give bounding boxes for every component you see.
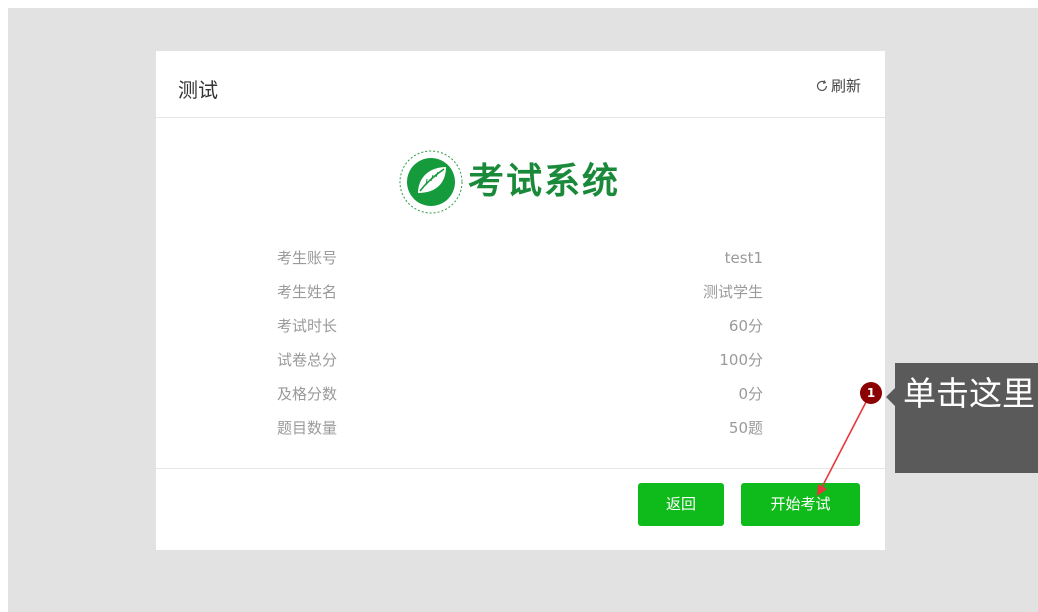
callout-arrow xyxy=(817,401,867,496)
callout-tooltip: 单击这里 xyxy=(895,363,1038,473)
callout-tail xyxy=(886,388,895,406)
step-marker: 1 xyxy=(860,382,882,404)
